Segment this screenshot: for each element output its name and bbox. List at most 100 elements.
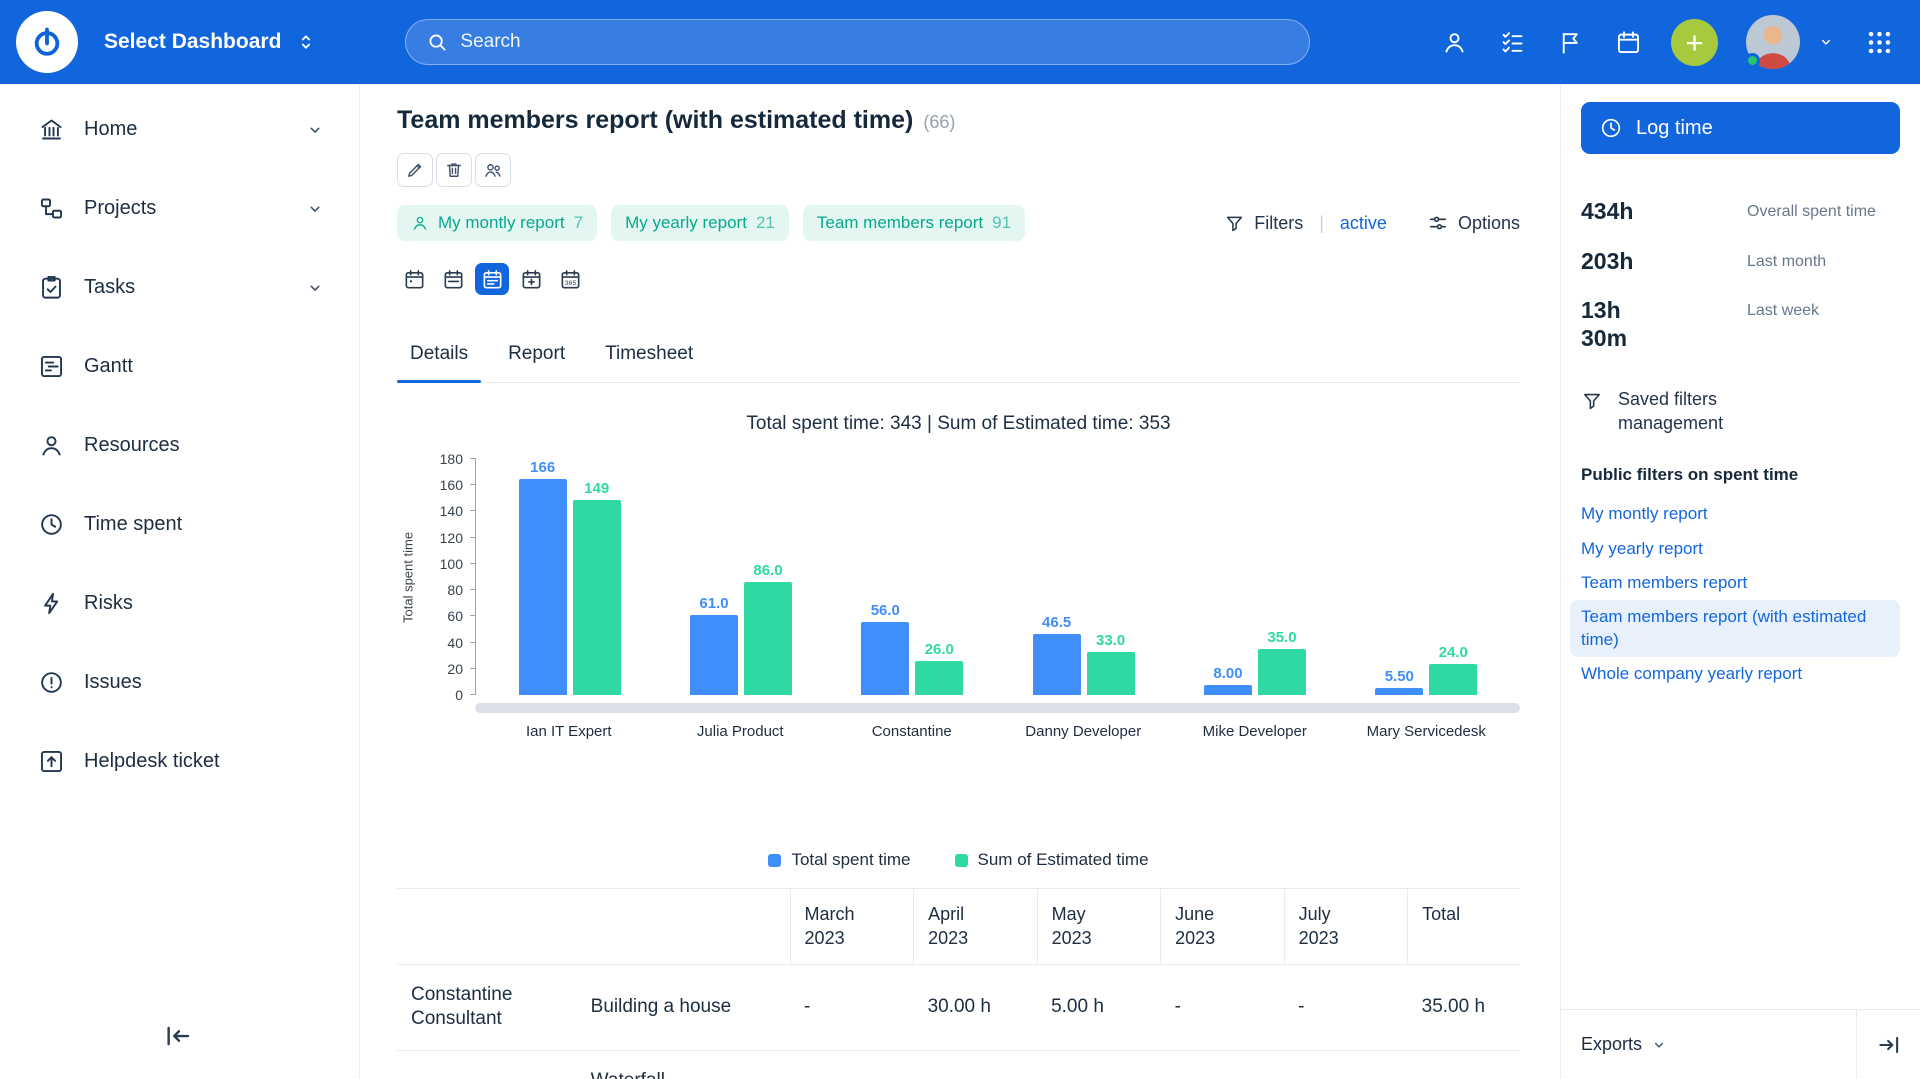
- edit-button[interactable]: [397, 153, 433, 187]
- bar-wrap: 24.0: [1429, 459, 1477, 695]
- public-filters-list: My montly reportMy yearly reportTeam mem…: [1581, 497, 1900, 692]
- y-axis-tick-mark: [470, 694, 476, 695]
- app-root: Select Dashboard + HomeProjectsTasks Gant…: [0, 0, 1920, 1079]
- chevron-down-icon: [305, 120, 325, 140]
- exports-button[interactable]: Exports: [1581, 1034, 1668, 1055]
- sidebar-item-tasks[interactable]: Tasks: [0, 248, 359, 327]
- calendar-month-button[interactable]: [475, 263, 509, 295]
- logo-power-icon: [30, 25, 64, 59]
- bar-julia-product-sum-of-estimated-time[interactable]: [744, 582, 792, 695]
- filter-chip-my-montly-report[interactable]: My montly report7: [397, 205, 597, 241]
- x-axis-labels: Ian IT ExpertJulia ProductConstantineDan…: [475, 723, 1520, 740]
- public-filter-my-montly-report[interactable]: My montly report: [1570, 497, 1719, 531]
- apps-menu-button[interactable]: [1864, 27, 1894, 57]
- public-filter-team-members-report[interactable]: Team members report: [1570, 566, 1758, 600]
- chevron-down-icon: [305, 278, 325, 298]
- y-axis-tick-mark: [470, 642, 476, 643]
- calendar-day-button[interactable]: [397, 263, 431, 295]
- avatar-menu-button[interactable]: [1816, 27, 1836, 57]
- search-input[interactable]: [460, 31, 1289, 53]
- bar-mary-servicedesk-sum-of-estimated-time[interactable]: [1429, 664, 1477, 695]
- app-logo[interactable]: [16, 11, 78, 73]
- chip-label: My yearly report: [625, 213, 747, 233]
- th-activity: [577, 889, 790, 965]
- expand-panel-button[interactable]: [1856, 1010, 1920, 1079]
- bar-group-mike-developer: 8.0035.0: [1204, 459, 1306, 695]
- sidebar-item-time-spent[interactable]: Time spent: [0, 485, 359, 564]
- dashboard-selector[interactable]: Select Dashboard: [104, 30, 317, 54]
- quick-add-button[interactable]: +: [1671, 19, 1718, 66]
- sidebar-item-resources[interactable]: Resources: [0, 406, 359, 485]
- user-avatar[interactable]: [1746, 15, 1800, 69]
- bar-danny-developer-total-spent-time[interactable]: [1033, 634, 1081, 695]
- tab-timesheet[interactable]: Timesheet: [592, 325, 706, 382]
- bar-julia-product-total-spent-time[interactable]: [690, 615, 738, 695]
- calendar-week-button[interactable]: [436, 263, 470, 295]
- tab-details[interactable]: Details: [397, 325, 481, 382]
- bar-value-label: 56.0: [871, 602, 900, 619]
- saved-filters-management[interactable]: Saved filters management: [1581, 388, 1788, 435]
- assign-users-button[interactable]: [475, 153, 511, 187]
- public-filter-team-members-report-with-estimated-time[interactable]: Team members report (with estimated time…: [1570, 600, 1900, 657]
- public-filter-whole-company-yearly-report[interactable]: Whole company yearly report: [1570, 657, 1813, 691]
- sidebar-item-projects[interactable]: Projects: [0, 169, 359, 248]
- options-button[interactable]: Options: [1427, 212, 1520, 234]
- bar-ian-it-expert-total-spent-time[interactable]: [519, 479, 567, 695]
- topbar-actions: +: [1439, 15, 1894, 69]
- chart-summary: Total spent time: 343 | Sum of Estimated…: [397, 413, 1520, 435]
- legend-item-total-spent-time[interactable]: Total spent time: [768, 850, 910, 870]
- sidebar-item-home[interactable]: Home: [0, 90, 359, 169]
- column-header-july-2023: July 2023: [1284, 889, 1408, 965]
- chevron-down-icon: [1650, 1036, 1668, 1054]
- sidebar-item-label: Issues: [84, 671, 142, 694]
- bar-constantine-sum-of-estimated-time[interactable]: [915, 661, 963, 695]
- y-axis-tick-label: 40: [447, 636, 463, 650]
- bar-mary-servicedesk-total-spent-time[interactable]: [1375, 688, 1423, 695]
- bar-danny-developer-sum-of-estimated-time[interactable]: [1087, 652, 1135, 695]
- bar-mike-developer-sum-of-estimated-time[interactable]: [1258, 649, 1306, 695]
- user-icon: [38, 432, 65, 459]
- sidebar-item-issues[interactable]: Issues: [0, 643, 359, 722]
- topbar: Select Dashboard +: [0, 0, 1920, 84]
- bar-mike-developer-total-spent-time[interactable]: [1204, 685, 1252, 695]
- filters-button[interactable]: Filters: [1224, 213, 1303, 234]
- chart-scrollbar[interactable]: [475, 703, 1520, 713]
- exports-label: Exports: [1581, 1034, 1642, 1055]
- sidebar-collapse-button[interactable]: [163, 1020, 197, 1054]
- profile-button[interactable]: [1439, 27, 1469, 57]
- search-bar[interactable]: [405, 19, 1310, 65]
- public-filter-my-yearly-report[interactable]: My yearly report: [1570, 532, 1714, 566]
- calendar-button[interactable]: [1613, 27, 1643, 57]
- filter-chip-my-yearly-report[interactable]: My yearly report21: [611, 205, 789, 241]
- bar-constantine-total-spent-time[interactable]: [861, 622, 909, 695]
- sidebar-item-gantt[interactable]: Gantt: [0, 327, 359, 406]
- calendar-add-button[interactable]: [514, 263, 548, 295]
- stat-label: Overall spent time: [1747, 198, 1900, 223]
- legend-item-sum-of-estimated-time[interactable]: Sum of Estimated time: [955, 850, 1149, 870]
- delete-button[interactable]: [436, 153, 472, 187]
- page-title: Team members report (with estimated time…: [397, 106, 913, 135]
- calendar-year-button[interactable]: 365: [553, 263, 587, 295]
- sidebar-item-label: Risks: [84, 592, 133, 615]
- tab-report[interactable]: Report: [495, 325, 578, 382]
- filters-row: My montly report7 My yearly report21 Team …: [397, 205, 1520, 241]
- sidebar-item-label: Gantt: [84, 355, 133, 378]
- cell-value: [1284, 1050, 1408, 1079]
- bar-ian-it-expert-sum-of-estimated-time[interactable]: [573, 500, 621, 695]
- chevron-down-icon: [1817, 33, 1835, 51]
- legend-marker: [955, 854, 968, 867]
- y-axis-tick-label: 80: [447, 583, 463, 597]
- sidebar-item-helpdesk-ticket[interactable]: Helpdesk ticket: [0, 722, 359, 801]
- log-time-button[interactable]: Log time: [1581, 102, 1900, 154]
- projects-icon: [38, 195, 65, 222]
- x-axis-label: Mary Servicedesk: [1341, 723, 1513, 740]
- notifications-flag-button[interactable]: [1555, 27, 1585, 57]
- bar-wrap: 8.00: [1204, 459, 1252, 695]
- filter-chip-team-members-report[interactable]: Team members report91: [803, 205, 1025, 241]
- cell-value: 35.00 h: [1408, 964, 1520, 1050]
- record-count: (66): [923, 112, 955, 133]
- user-icon: [1441, 29, 1468, 56]
- sidebar-item-risks[interactable]: Risks: [0, 564, 359, 643]
- my-tasks-button[interactable]: [1497, 27, 1527, 57]
- active-filter-link[interactable]: active: [1340, 213, 1387, 234]
